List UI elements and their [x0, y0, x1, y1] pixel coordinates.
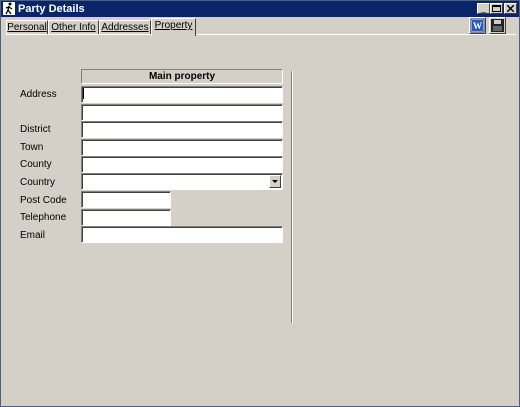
word-export-button[interactable]: W — [469, 17, 486, 34]
maximize-icon — [492, 5, 501, 12]
telephone-input[interactable] — [81, 209, 171, 226]
tab-label: Personal — [7, 22, 47, 33]
tab-other-info[interactable]: Other Info — [48, 20, 99, 35]
close-icon — [506, 4, 515, 13]
word-document-icon: W — [470, 18, 485, 33]
party-details-window: Party Details _ Personal Other Info Addr… — [0, 0, 520, 407]
post-code-input[interactable] — [81, 191, 171, 208]
town-label: Town — [20, 142, 44, 153]
minimize-icon: _ — [480, 3, 486, 13]
save-button[interactable] — [489, 17, 506, 34]
county-label: County — [20, 159, 52, 170]
title-bar[interactable]: Party Details _ — [1, 1, 519, 17]
window-title: Party Details — [18, 3, 85, 15]
district-label: District — [20, 124, 51, 135]
tab-label: Other Info — [51, 22, 96, 33]
district-input[interactable] — [81, 121, 283, 138]
tab-addresses[interactable]: Addresses — [99, 20, 151, 35]
county-input[interactable] — [81, 156, 283, 173]
email-label: Email — [20, 230, 46, 241]
minimize-button[interactable]: _ — [477, 3, 490, 14]
chevron-down-icon — [272, 180, 278, 183]
text-caret — [83, 88, 84, 99]
tab-label: Property — [154, 20, 193, 31]
country-dropdown-button[interactable] — [269, 175, 281, 188]
country-label: Country — [20, 177, 56, 188]
town-input[interactable] — [81, 139, 283, 156]
address-line2-input[interactable] — [81, 104, 283, 121]
address-line1-input[interactable] — [81, 86, 283, 103]
maximize-button[interactable] — [490, 3, 503, 14]
main-property-header: Main property — [81, 69, 283, 84]
tab-label: Addresses — [101, 22, 149, 33]
svg-text:W: W — [473, 21, 482, 31]
tab-personal[interactable]: Personal — [6, 20, 48, 35]
post-code-label: Post Code — [20, 195, 67, 206]
floppy-save-icon — [491, 19, 504, 32]
walking-person-icon — [3, 2, 15, 15]
tab-property[interactable]: Property — [151, 18, 196, 36]
close-button[interactable] — [504, 3, 517, 14]
telephone-label: Telephone — [20, 212, 67, 223]
address-label: Address — [20, 89, 57, 100]
vertical-divider — [291, 71, 293, 323]
country-select[interactable] — [81, 173, 283, 190]
email-input[interactable] — [81, 226, 283, 243]
